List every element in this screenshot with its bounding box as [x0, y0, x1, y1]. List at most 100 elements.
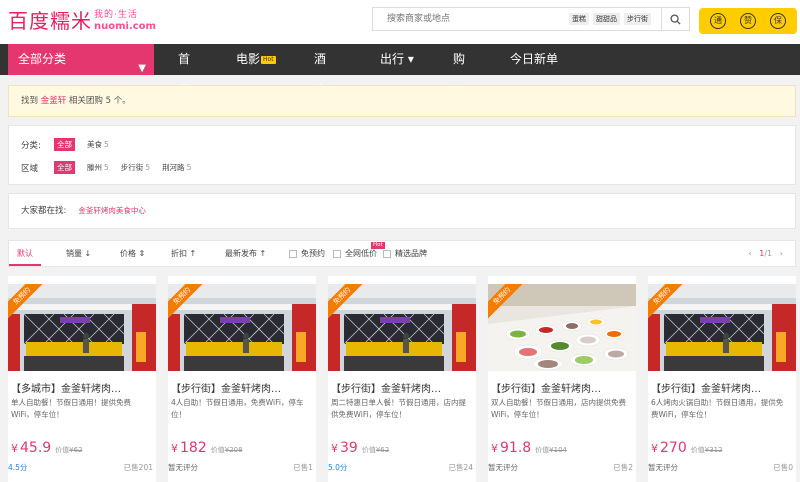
nav-item-movies[interactable]: 电影 Hot [236, 44, 276, 75]
sort-arrows-icon: ⇕ [138, 249, 146, 258]
popular-searches: 大家都在找: 金釜轩烤肉美食中心 [8, 193, 796, 229]
original-price: 价值¥104 [535, 446, 567, 454]
deal-rating: 暂无评分 [648, 463, 678, 472]
site-logo[interactable]: 百度糯米 我的·生活 nuomi.com [8, 9, 156, 33]
deal-sold-count: 已售1 [293, 463, 313, 472]
deal-price: ¥91.8 价值¥104 [491, 440, 567, 456]
original-price: 价值¥62 [55, 446, 83, 454]
original-price: 价值¥312 [690, 446, 723, 454]
deal-list: 免预约 【多城市】金釜轩烤肉… 单人自助餐！节假日通用！提供免费WiFi，停车位… [8, 276, 800, 482]
deal-description: 单人自助餐！节假日通用！提供免费WiFi，停车位！ [11, 398, 131, 419]
deal-description: 6人烤肉火锅自助！节假日通用，提供免费WiFi，停车位！ [651, 398, 784, 419]
all-categories-label: 全部分类 [18, 52, 67, 66]
chevron-down-icon: ▼ [138, 63, 146, 74]
checkbox-box [383, 250, 391, 258]
arrow-down-icon: ↓ [84, 249, 92, 258]
restaurant-photo[interactable]: 免预约 [328, 284, 476, 371]
deal-price: ¥45.9 价值¥62 [11, 440, 83, 456]
filter-option[interactable]: 步行街 5 [121, 162, 150, 173]
page-total: /1 [764, 249, 773, 258]
search-keyword[interactable]: 金釜轩 [41, 96, 67, 106]
restaurant-photo[interactable]: 免预约 [168, 284, 316, 371]
search-input[interactable] [373, 8, 553, 30]
deal-title[interactable]: 【步行街】金釜轩烤肉… [171, 380, 313, 395]
deal-rating: 5.0分 [328, 463, 348, 472]
sort-discount[interactable]: 折扣 ↑ [171, 241, 196, 266]
badge-icon[interactable]: 赞 [740, 13, 756, 29]
popular-search-link[interactable]: 金釜轩烤肉美食中心 [78, 206, 146, 215]
filter-label: 区域 [21, 163, 39, 174]
lowest-price-checkbox[interactable]: 全网低价 [333, 249, 377, 259]
sort-sales[interactable]: 销量 ↓ [66, 241, 91, 266]
main-nav: 全部分类 ▼ 首页 电影Hot 酒店 出行 ▾ 购物 今日新单 [0, 44, 800, 97]
badge-icon[interactable]: 通 [710, 13, 726, 29]
logo-domain: nuomi.com [94, 21, 156, 32]
filter-panel: 分类: 全部 美食 5 区域 全部 滕州 5 步行街 5 荆河路 5 [8, 125, 796, 185]
next-page-icon[interactable]: › [780, 249, 783, 258]
restaurant-photo[interactable]: 免预约 [648, 284, 796, 371]
nav-item-travel[interactable]: 出行 ▾ [380, 44, 414, 75]
deal-title[interactable]: 【步行街】金釜轩烤肉… [331, 380, 473, 395]
nav-item-new-deals[interactable]: 今日新单 [510, 44, 558, 75]
search-box: 蛋糕 甜甜品 步行街 [372, 7, 690, 31]
deal-price: ¥39 价值¥62 [331, 440, 390, 456]
deal-description: 双人自助餐！节假日通用，店内提供免费WiFi，停车位！ [491, 398, 626, 419]
top-header: 百度糯米 我的·生活 nuomi.com 蛋糕 甜甜品 步行街 通 赞 保 [0, 0, 800, 44]
deal-price: ¥182 价值¥208 [171, 440, 243, 456]
hotword-link[interactable]: 蛋糕 [569, 13, 589, 25]
service-badges: 通 赞 保 [699, 8, 797, 34]
logo-slogan: 我的·生活 [94, 10, 138, 20]
filter-option[interactable]: 美食 5 [87, 139, 109, 150]
result-notice: 找到 金釜轩 相关团购 5 个。 [8, 85, 796, 117]
filter-option-all[interactable]: 全部 [54, 161, 75, 174]
deal-title[interactable]: 【步行街】金釜轩烤肉… [491, 380, 633, 395]
deal-rating: 暂无评分 [168, 463, 198, 472]
filter-option-all[interactable]: 全部 [54, 138, 75, 151]
all-categories-dropdown[interactable]: 全部分类 ▼ [8, 44, 154, 75]
deal-rating: 暂无评分 [488, 463, 518, 472]
hot-tag: Hot [261, 56, 276, 64]
deal-description: 周二特惠日单人餐！节假日通用，店内提供免费WiFi，停车位！ [331, 398, 466, 419]
deal-sold-count: 已售2 [613, 463, 633, 472]
deal-card[interactable]: 免预约 【步行街】金釜轩烤肉… 4人自助！节假日通用，免费WiFi，停车位！ ¥… [168, 276, 316, 482]
restaurant-photo[interactable]: 免预约 [8, 284, 156, 371]
deal-title[interactable]: 【多城市】金釜轩烤肉… [11, 380, 153, 395]
region-filter-row: 区域 全部 滕州 5 步行街 5 荆河路 5 [21, 161, 203, 174]
chevron-down-icon: ▾ [407, 52, 414, 66]
original-price: 价值¥62 [361, 446, 390, 454]
sort-price[interactable]: 价格 ⇕ [120, 241, 145, 266]
search-icon [670, 13, 681, 25]
badge-icon[interactable]: 保 [770, 13, 786, 29]
hotword-link[interactable]: 甜甜品 [593, 13, 620, 25]
deal-price: ¥270 价值¥312 [651, 440, 723, 456]
pager: ‹ 1/1 › [748, 241, 783, 266]
sort-newest[interactable]: 最新发布 ↑ [225, 241, 266, 266]
deal-card[interactable]: 免预约 【步行街】金釜轩烤肉… 6人烤肉火锅自助！节假日通用，提供免费WiFi，… [648, 276, 796, 482]
search-button[interactable] [661, 8, 689, 30]
deal-sold-count: 已售0 [773, 463, 793, 472]
reserve-free-checkbox[interactable]: 免预约 [289, 249, 325, 259]
deal-description: 4人自助！节假日通用，免费WiFi，停车位！ [171, 398, 304, 419]
popular-searches-label: 大家都在找: [21, 206, 67, 216]
hot-tag: Hot [371, 242, 385, 249]
arrow-up-icon: ↑ [259, 249, 267, 258]
deal-card[interactable]: 免预约 【步行街】金釜轩烤肉… 双人自助餐！节假日通用，店内提供免费WiFi，停… [488, 276, 636, 482]
sort-default[interactable]: 默认 [9, 241, 41, 266]
filter-option[interactable]: 滕州 5 [87, 162, 109, 173]
filter-label: 分类: [21, 140, 41, 151]
deal-sold-count: 已售24 [448, 463, 473, 472]
checkbox-box [333, 250, 341, 258]
buffet-photo[interactable]: 免预约 [488, 284, 636, 371]
arrow-up-icon: ↑ [189, 249, 197, 258]
brand-checkbox[interactable]: 精选品牌 [383, 249, 427, 259]
deal-rating: 4.5分 [8, 463, 28, 472]
hotword-link[interactable]: 步行街 [624, 13, 651, 25]
filter-option[interactable]: 荆河路 5 [162, 162, 191, 173]
deal-card[interactable]: 免预约 【多城市】金釜轩烤肉… 单人自助餐！节假日通用！提供免费WiFi，停车位… [8, 276, 156, 482]
search-hotwords: 蛋糕 甜甜品 步行街 [569, 13, 651, 25]
deal-card[interactable]: 免预约 【步行街】金釜轩烤肉… 周二特惠日单人餐！节假日通用，店内提供免费WiF… [328, 276, 476, 482]
sort-bar: 默认 销量 ↓ 价格 ⇕ 折扣 ↑ 最新发布 ↑ 免预约 全网低价 Hot 精选… [8, 240, 796, 267]
deal-title[interactable]: 【步行街】金釜轩烤肉… [651, 380, 793, 395]
prev-page-icon[interactable]: ‹ [748, 249, 751, 258]
deal-sold-count: 已售201 [123, 463, 153, 472]
